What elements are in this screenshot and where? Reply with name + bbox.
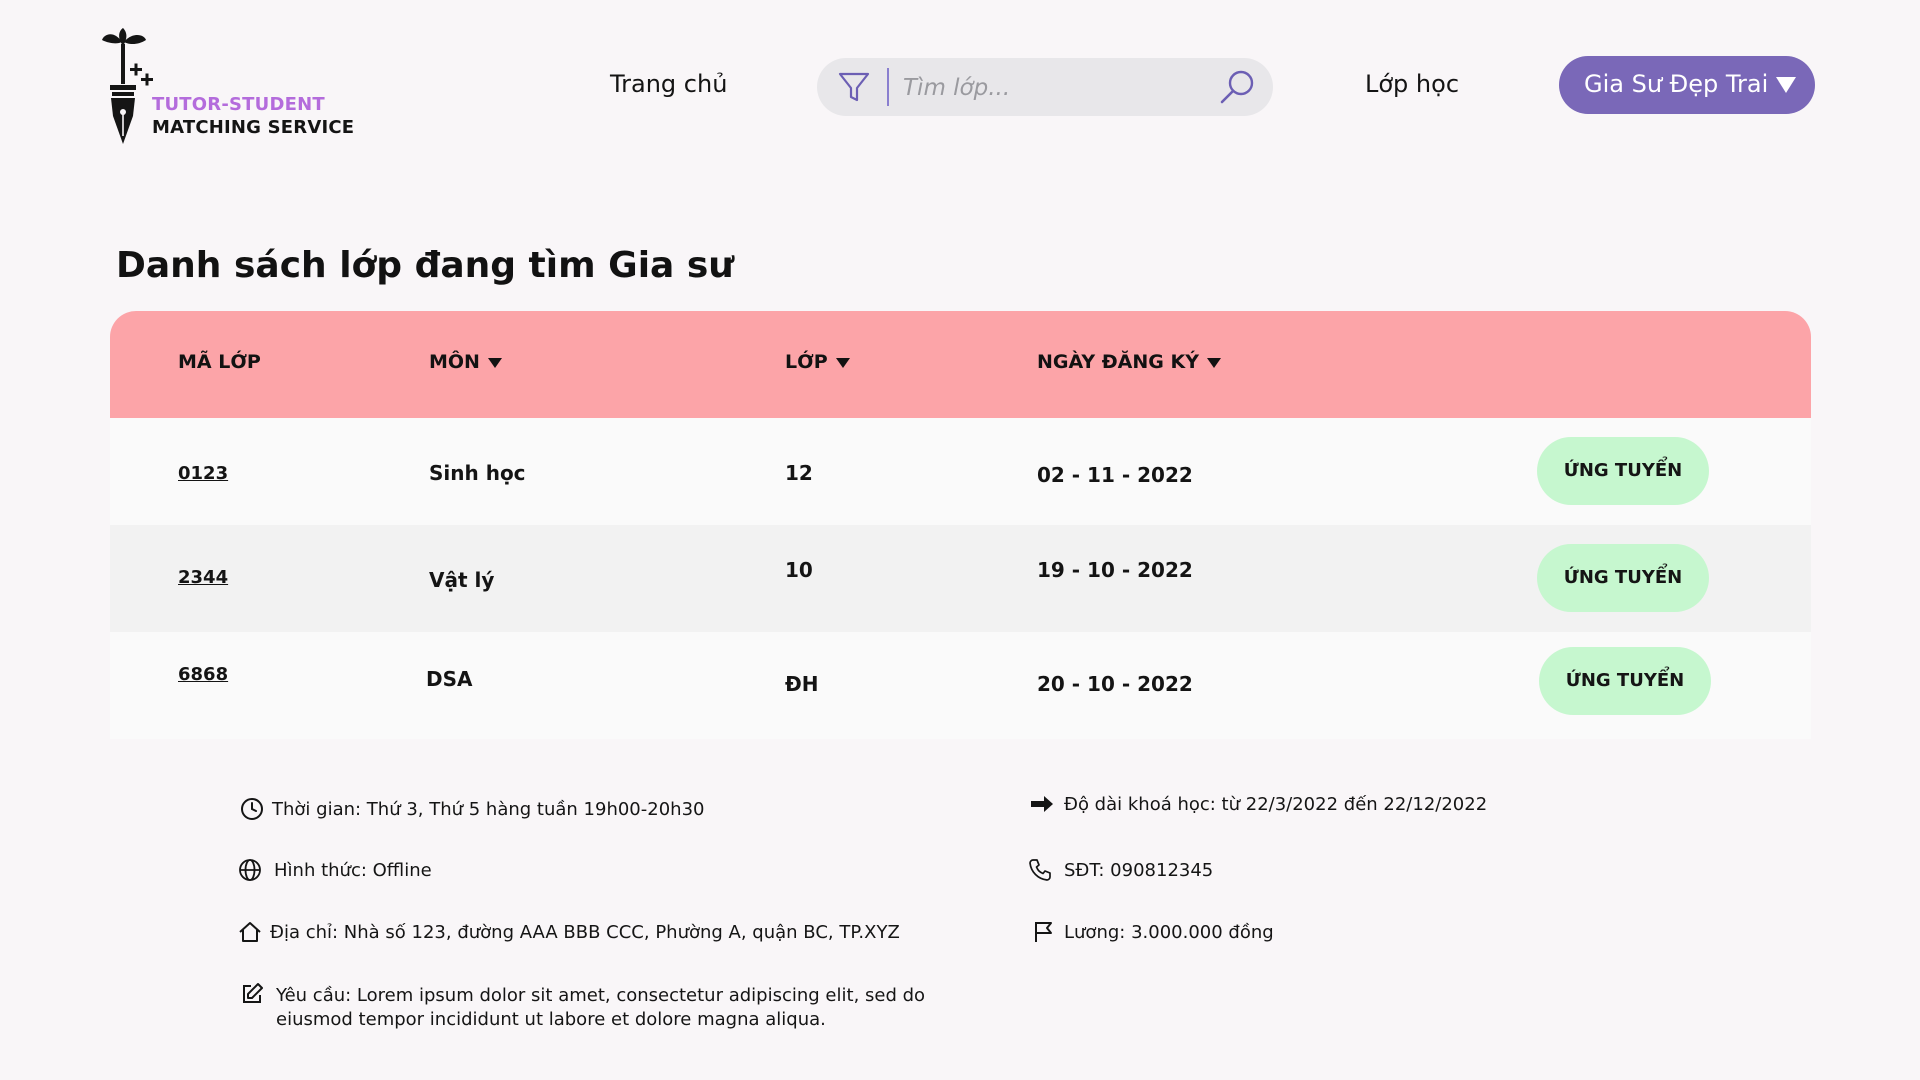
subject-cell: Sinh học: [429, 461, 526, 485]
column-header-label: MÃ LỚP: [178, 351, 261, 373]
date-cell: 02 - 11 - 2022: [1037, 463, 1193, 487]
grade-cell: 10: [785, 558, 813, 582]
search-icon[interactable]: [1218, 68, 1256, 106]
page-title: Danh sách lớp đang tìm Gia sư: [116, 245, 734, 286]
detail-requirement-text: Yêu cầu: Lorem ipsum dolor sit amet, con…: [276, 985, 926, 1030]
class-table: MÃ LỚP MÔN LỚP NGÀY ĐĂNG KÝ 0123 Sinh họ…: [110, 311, 1811, 739]
filter-icon[interactable]: [837, 70, 871, 104]
detail-format-text: Hình thức: Offline: [274, 860, 432, 881]
arrow-right-icon: [1031, 796, 1053, 812]
column-header-subject[interactable]: MÔN: [429, 351, 502, 373]
table-header: MÃ LỚP MÔN LỚP NGÀY ĐĂNG KÝ: [110, 311, 1811, 418]
globe-icon: [239, 859, 261, 881]
column-header-date[interactable]: NGÀY ĐĂNG KÝ: [1037, 351, 1221, 373]
apply-button[interactable]: ỨNG TUYỂN: [1537, 437, 1709, 505]
edit-icon: [243, 983, 263, 1003]
date-cell: 19 - 10 - 2022: [1037, 558, 1193, 582]
grade-cell: 12: [785, 461, 813, 485]
grade-cell: ĐH: [785, 672, 819, 696]
column-header-class-id: MÃ LỚP: [178, 351, 261, 373]
user-menu-button[interactable]: Gia Sư Đẹp Trai: [1559, 56, 1815, 114]
subject-cell: Vật lý: [429, 568, 495, 592]
table-row: 6868 DSA ĐH 20 - 10 - 2022 ỨNG TUYỂN: [110, 632, 1811, 739]
search-input[interactable]: [901, 68, 1205, 108]
home-icon: [239, 922, 261, 942]
detail-salary-text: Lương: 3.000.000 đồng: [1064, 922, 1274, 943]
class-id-link[interactable]: 6868: [178, 664, 228, 685]
detail-duration-text: Độ dài khoá học: từ 22/3/2022 đến 22/12/…: [1064, 794, 1488, 815]
column-header-label: LỚP: [785, 351, 828, 373]
table-row: 0123 Sinh học 12 02 - 11 - 2022 ỨNG TUYỂ…: [110, 418, 1811, 525]
date-cell: 20 - 10 - 2022: [1037, 672, 1193, 696]
column-header-grade[interactable]: LỚP: [785, 351, 850, 373]
search-divider: [887, 68, 889, 106]
class-id-link[interactable]: 0123: [178, 463, 228, 484]
detail-address-text: Địa chỉ: Nhà số 123, đường AAA BBB CCC, …: [270, 922, 900, 943]
caret-down-icon: [1776, 77, 1796, 93]
logo-text-line2: MATCHING SERVICE: [152, 117, 355, 138]
column-header-label: NGÀY ĐĂNG KÝ: [1037, 351, 1199, 373]
sort-caret-down-icon: [487, 357, 502, 368]
sort-caret-down-icon: [1206, 357, 1221, 368]
subject-cell: DSA: [426, 667, 473, 691]
search-bar: [817, 58, 1273, 116]
logo[interactable]: TUTOR-STUDENT MATCHING SERVICE: [100, 28, 360, 148]
clock-icon: [241, 798, 263, 820]
nav-classes-link[interactable]: Lớp học: [1365, 70, 1459, 98]
table-row: 2344 Vật lý 10 19 - 10 - 2022 ỨNG TUYỂN: [110, 525, 1811, 632]
user-name: Gia Sư Đẹp Trai: [1584, 70, 1769, 98]
apply-button[interactable]: ỨNG TUYỂN: [1539, 647, 1711, 715]
detail-phone-text: SĐT: 090812345: [1064, 860, 1214, 881]
flag-icon: [1035, 922, 1052, 942]
class-id-link[interactable]: 2344: [178, 567, 228, 588]
phone-icon: [1029, 859, 1051, 881]
nav-home-link[interactable]: Trang chủ: [610, 70, 727, 98]
logo-text-line1: TUTOR-STUDENT: [152, 94, 325, 115]
sort-caret-down-icon: [835, 357, 850, 368]
detail-time-text: Thời gian: Thứ 3, Thứ 5 hàng tuần 19h00-…: [272, 799, 705, 820]
column-header-label: MÔN: [429, 351, 480, 373]
apply-button[interactable]: ỨNG TUYỂN: [1537, 544, 1709, 612]
